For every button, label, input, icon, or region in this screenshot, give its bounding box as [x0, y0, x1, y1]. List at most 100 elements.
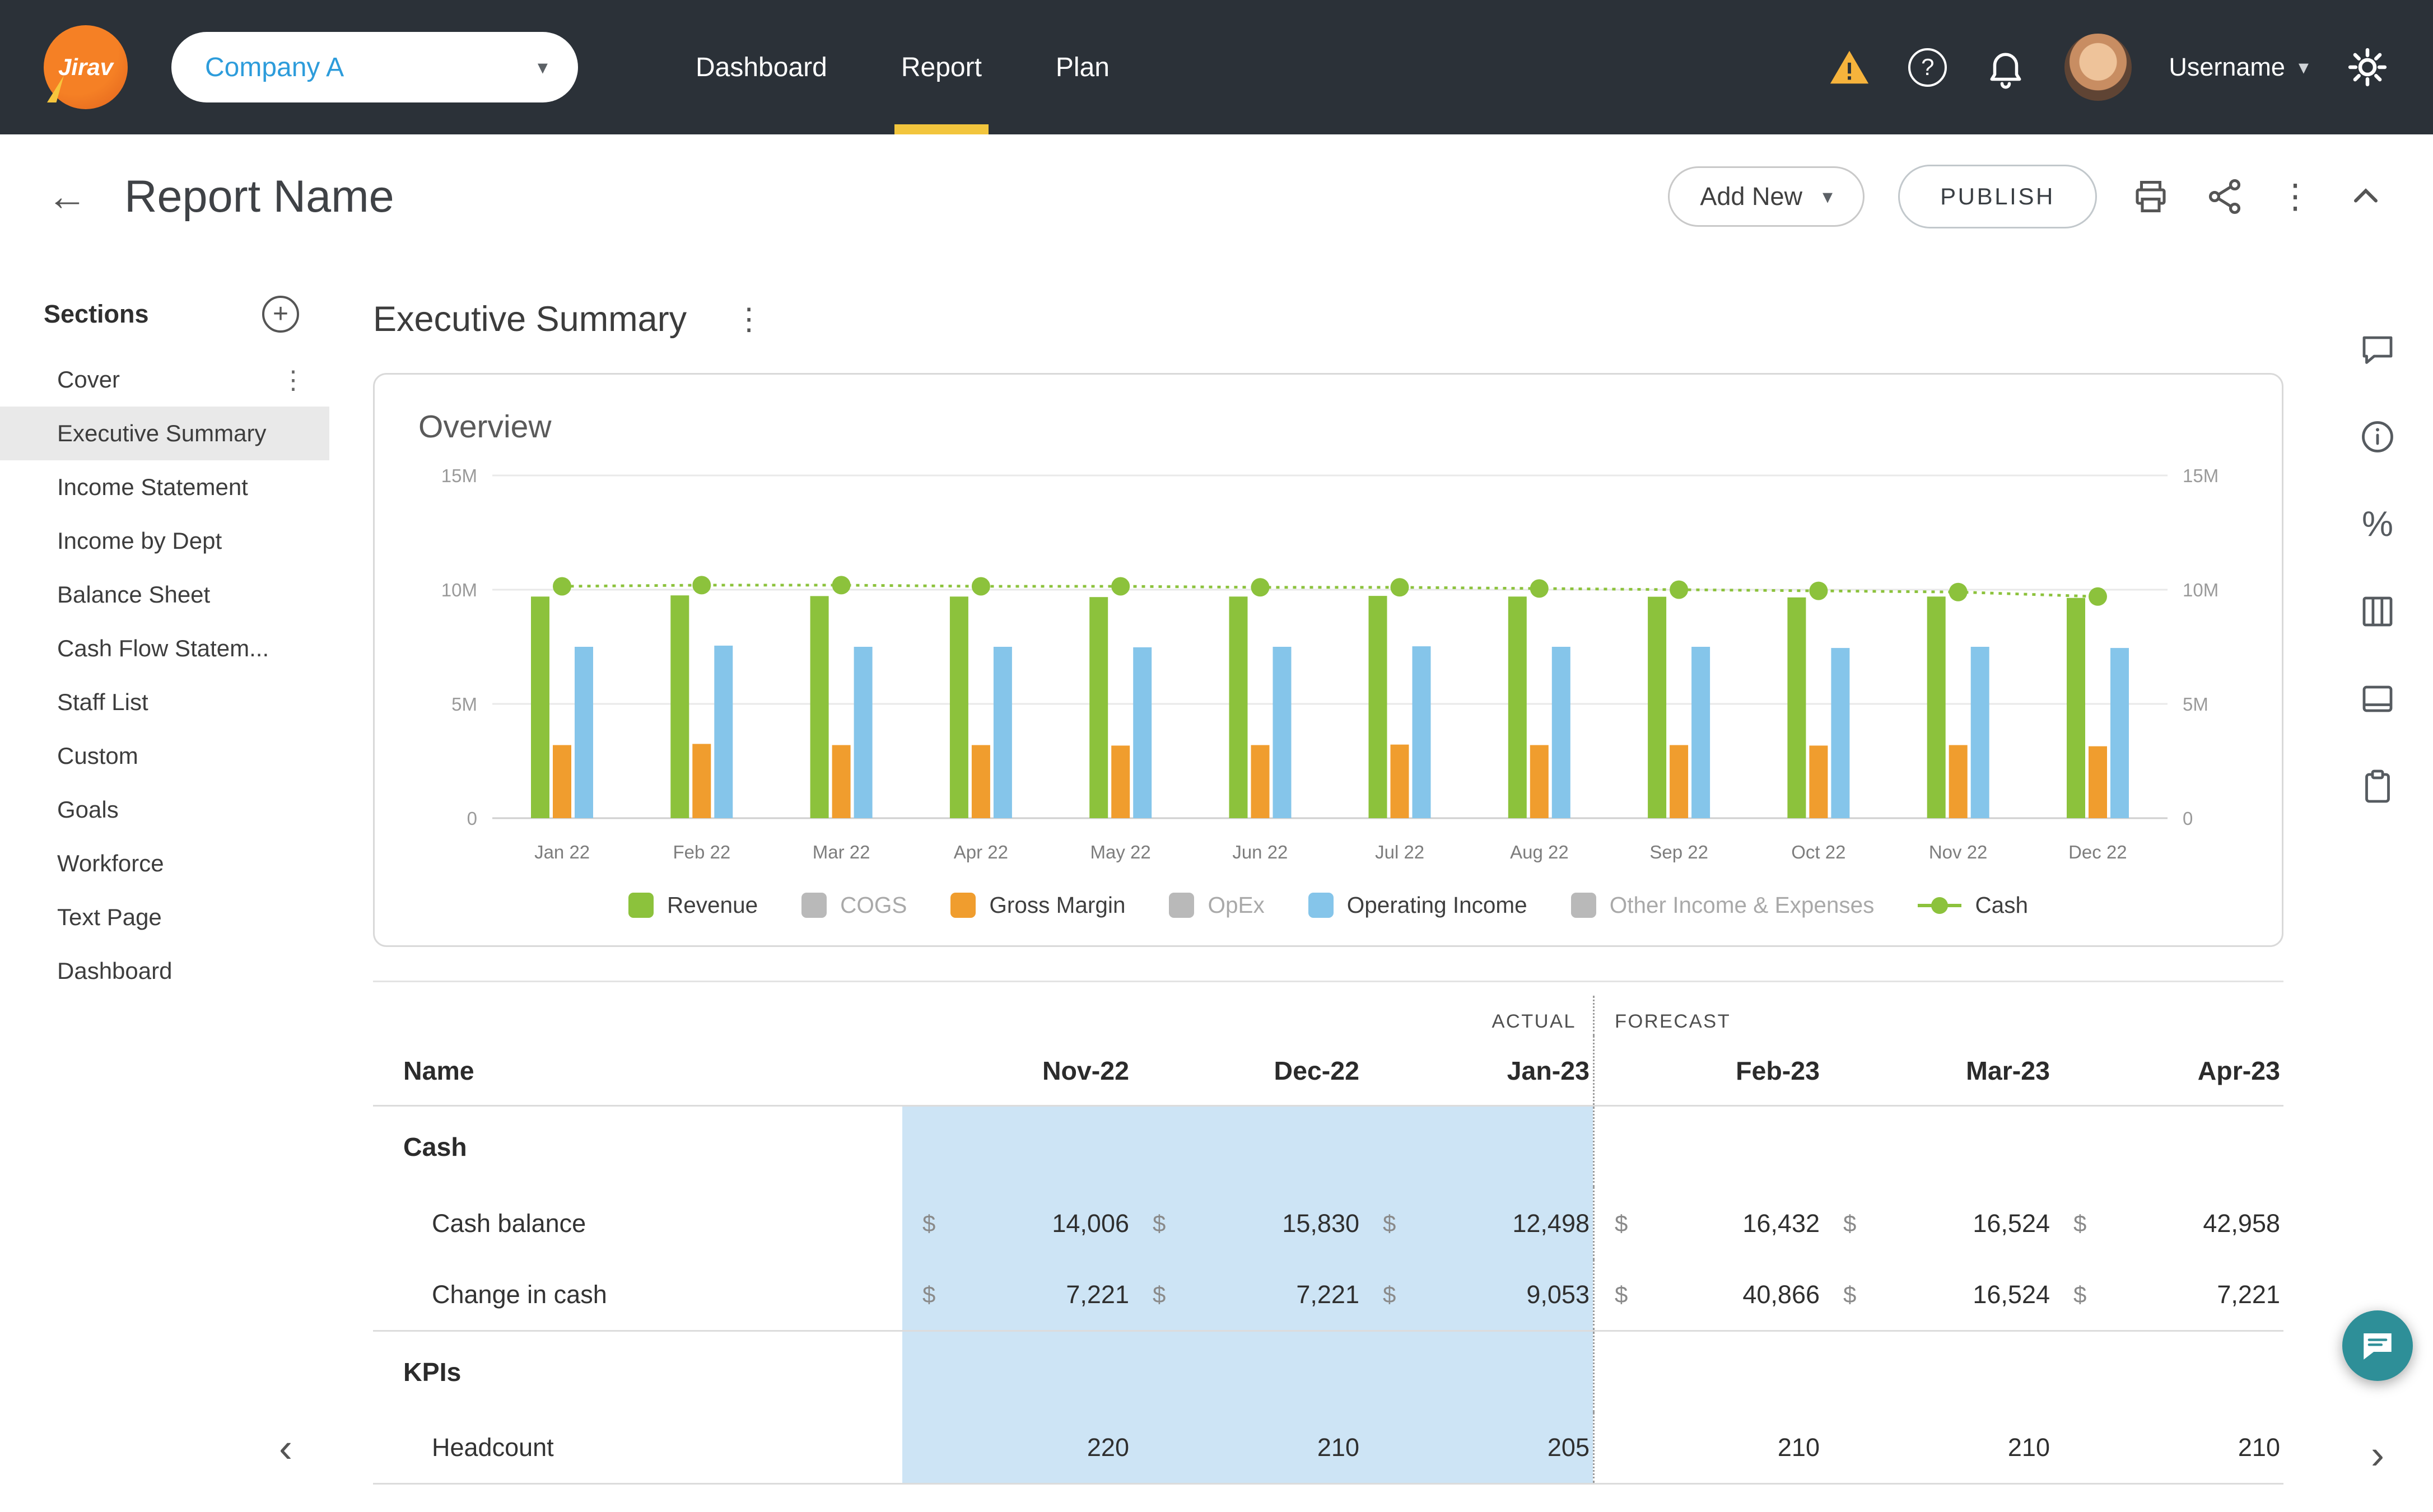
column-header-jan-23: Jan-23: [1363, 1036, 1593, 1105]
report-header: ← Report Name Add New ▾ PUBLISH ⋮: [0, 134, 2433, 259]
jirav-logo[interactable]: Jirav: [44, 25, 128, 109]
add-section-icon[interactable]: +: [262, 296, 299, 333]
legend-item-opex[interactable]: OpEx: [1169, 892, 1264, 918]
section-list: Cover⋮Executive SummaryIncome StatementI…: [0, 353, 329, 998]
value-cell: $16,524: [1823, 1259, 2053, 1330]
row-label: Headcount: [373, 1412, 902, 1483]
username-label: Username: [2169, 53, 2285, 82]
info-icon[interactable]: [2357, 417, 2398, 457]
sections-sidebar: Sections + Cover⋮Executive SummaryIncome…: [0, 259, 329, 1512]
page-title: Report Name: [124, 171, 394, 223]
currency-symbol: $: [2073, 1210, 2086, 1237]
gear-icon[interactable]: [2346, 45, 2389, 89]
top-nav-plan[interactable]: Plan: [1019, 0, 1146, 134]
panel-icon[interactable]: [2357, 679, 2398, 719]
section-options-icon[interactable]: ⋮: [734, 304, 764, 334]
sidebar-item-label: Cash Flow Statem...: [57, 635, 269, 662]
svg-text:0: 0: [467, 808, 477, 829]
svg-text:5M: 5M: [451, 694, 477, 715]
value-cell: $12,498: [1363, 1187, 1593, 1259]
table-row-change-in-cash: Change in cash$7,221$7,221$9,053$40,866$…: [373, 1259, 2283, 1332]
legend-item-revenue[interactable]: Revenue: [628, 892, 758, 918]
help-icon[interactable]: ?: [1908, 48, 1947, 87]
svg-text:Oct 22: Oct 22: [1791, 842, 1845, 862]
currency-symbol: $: [1615, 1210, 1628, 1237]
legend-label: Gross Margin: [989, 892, 1125, 918]
section-title-row: Executive Summary ⋮: [373, 299, 2322, 339]
user-menu[interactable]: Username ▾: [2169, 53, 2309, 82]
chevron-down-icon: ▾: [2299, 55, 2309, 79]
currency-symbol: $: [1383, 1281, 1396, 1308]
currency-symbol: $: [1153, 1210, 1166, 1237]
value-cell: $9,053: [1363, 1259, 1593, 1330]
currency-symbol: $: [2073, 1281, 2086, 1308]
report-canvas: Executive Summary ⋮ Overview 15M15M10M10…: [329, 259, 2322, 1512]
chat-fab[interactable]: [2342, 1310, 2413, 1381]
item-options-icon[interactable]: ⋮: [281, 367, 306, 393]
currency-symbol: $: [922, 1210, 935, 1237]
logo-text: Jirav: [58, 54, 113, 81]
publish-button[interactable]: PUBLISH: [1898, 165, 2097, 228]
summary-table: ACTUALFORECASTNameNov-22Dec-22Jan-23Feb-…: [373, 981, 2283, 1485]
legend-item-other-income-expenses[interactable]: Other Income & Expenses: [1571, 892, 1875, 918]
warning-icon[interactable]: [1828, 45, 1871, 89]
clipboard-icon[interactable]: [2357, 766, 2398, 806]
rail-collapse-icon[interactable]: ›: [2371, 1435, 2384, 1475]
currency-symbol: $: [1843, 1281, 1856, 1308]
avatar[interactable]: [2064, 34, 2132, 101]
value-cell: $40,866: [1593, 1259, 1823, 1330]
app-window: Jirav Company A ▾ DashboardReportPlan ? …: [0, 0, 2433, 1512]
row-label: Cash balance: [373, 1187, 902, 1259]
add-new-button[interactable]: Add New ▾: [1668, 166, 1865, 227]
legend-item-cogs[interactable]: COGS: [801, 892, 907, 918]
currency-symbol: $: [1383, 1210, 1396, 1237]
legend-swatch: [628, 893, 654, 918]
top-nav-dashboard[interactable]: Dashboard: [659, 0, 864, 134]
sections-title: Sections: [44, 300, 149, 329]
legend-line-swatch: [1918, 904, 1961, 907]
sidebar-item-dashboard[interactable]: Dashboard: [0, 944, 329, 998]
legend-label: Operating Income: [1347, 892, 1527, 918]
sidebar-item-text-page[interactable]: Text Page: [0, 890, 329, 944]
sidebar-item-income-by-dept[interactable]: Income by Dept: [0, 514, 329, 568]
sidebar-item-goals[interactable]: Goals: [0, 783, 329, 837]
value-cell: $14,006: [902, 1187, 1132, 1259]
share-icon[interactable]: [2204, 176, 2245, 217]
columns-icon[interactable]: [2357, 591, 2398, 632]
legend-item-operating-income[interactable]: Operating Income: [1308, 892, 1527, 918]
overview-card: Overview 15M15M10M10M5M5M00Jan 22Feb 22M…: [373, 373, 2283, 947]
section-title: Executive Summary: [373, 299, 687, 339]
sidebar-item-cash-flow-statem[interactable]: Cash Flow Statem...: [0, 622, 329, 675]
sidebar-item-workforce[interactable]: Workforce: [0, 837, 329, 890]
legend-item-cash[interactable]: Cash: [1918, 892, 2028, 918]
sidebar-item-income-statement[interactable]: Income Statement: [0, 460, 329, 514]
topbar-right: ? Username ▾: [1828, 34, 2389, 101]
chevron-up-icon[interactable]: [2346, 176, 2386, 217]
sidebar-item-staff-list[interactable]: Staff List: [0, 675, 329, 729]
forecast-label: FORECAST: [1615, 1011, 1731, 1033]
table-phase-row: ACTUALFORECAST: [373, 996, 2283, 1036]
comment-icon[interactable]: [2357, 329, 2398, 370]
sidebar-item-cover[interactable]: Cover⋮: [0, 353, 329, 407]
sidebar-collapse-icon[interactable]: ‹: [279, 1428, 292, 1468]
sidebar-item-balance-sheet[interactable]: Balance Sheet: [0, 568, 329, 622]
overview-card-title: Overview: [418, 408, 2238, 445]
sidebar-item-custom[interactable]: Custom: [0, 729, 329, 783]
svg-text:Mar 22: Mar 22: [813, 842, 870, 862]
content-area: Sections + Cover⋮Executive SummaryIncome…: [0, 259, 2433, 1512]
print-icon[interactable]: [2131, 176, 2171, 217]
more-options-icon[interactable]: ⋮: [2278, 180, 2312, 213]
legend-item-gross-margin[interactable]: Gross Margin: [950, 892, 1125, 918]
legend-label: Other Income & Expenses: [1610, 892, 1875, 918]
back-arrow-icon[interactable]: ←: [47, 174, 87, 220]
sidebar-item-executive-summary[interactable]: Executive Summary: [0, 407, 329, 460]
chevron-down-icon: ▾: [538, 55, 548, 79]
value-cell: 210: [1132, 1412, 1363, 1483]
table-row-headcount: Headcount220210205210210210: [373, 1412, 2283, 1485]
svg-text:15M: 15M: [2183, 465, 2218, 486]
company-selector[interactable]: Company A ▾: [171, 32, 578, 102]
svg-text:5M: 5M: [2183, 694, 2208, 715]
top-nav-report[interactable]: Report: [864, 0, 1019, 134]
notifications-bell-icon[interactable]: [1984, 45, 2028, 89]
percent-icon[interactable]: %: [2357, 504, 2398, 544]
